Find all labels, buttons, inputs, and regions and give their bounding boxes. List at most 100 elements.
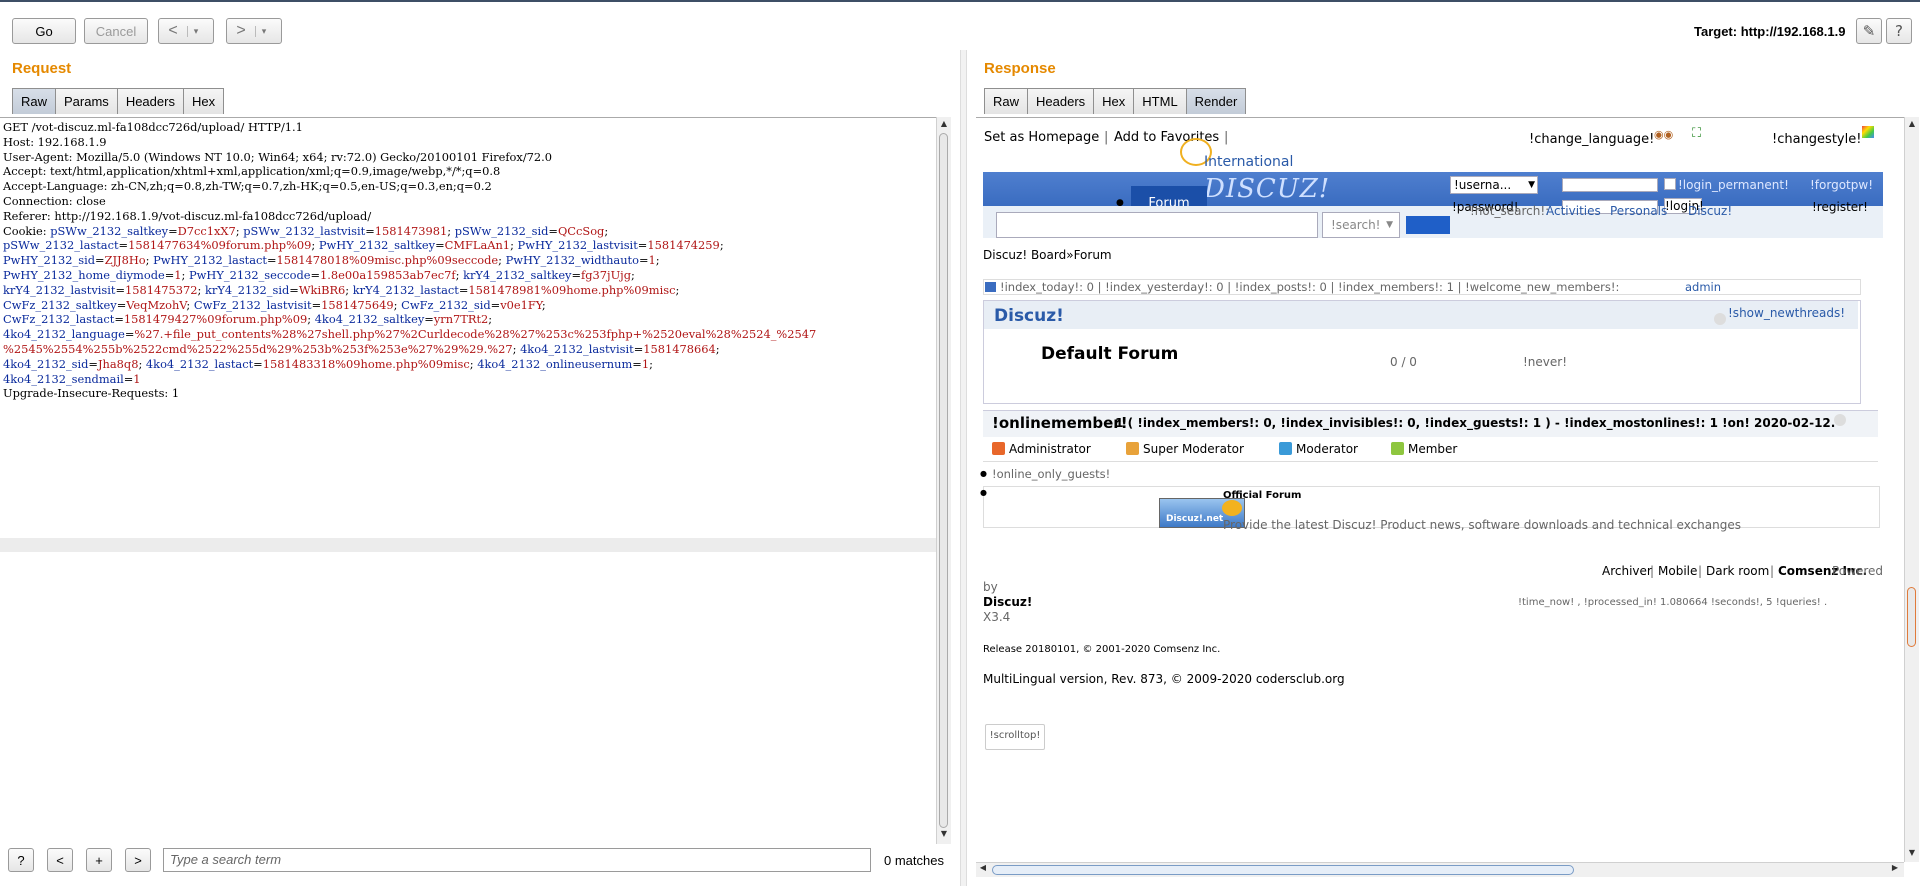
cookie-value: 1.8e00a159853ab7ec7f: [320, 267, 456, 282]
tab-render[interactable]: Render: [1185, 88, 1247, 114]
cookie-name: 4ko4_2132_saltkey: [314, 312, 425, 327]
tab-raw[interactable]: Raw: [12, 88, 57, 114]
official-forum-desc: Provide the latest Discuz! Product news,…: [1223, 518, 1741, 532]
online-toggle-icon[interactable]: [1834, 414, 1846, 426]
footer-archiver-link[interactable]: Archiver: [1602, 564, 1652, 578]
color-palette-icon[interactable]: [1862, 126, 1874, 138]
cookie-punct: =: [95, 253, 105, 268]
request-title: Request: [12, 60, 72, 77]
cookie-punct: ;: [541, 297, 546, 312]
tab-html[interactable]: HTML: [1133, 88, 1187, 114]
scroll-up-icon[interactable]: ▲: [1905, 119, 1919, 133]
scroll-up-icon[interactable]: ▲: [937, 119, 951, 133]
change-language-link[interactable]: !change_language!: [1529, 132, 1654, 147]
cookie-punct: =: [118, 238, 129, 253]
cookie-punct: =: [365, 223, 375, 238]
username-select[interactable]: !userna... ▼: [1450, 176, 1538, 194]
cookie-value: CMFLaAn1: [444, 238, 511, 253]
cookie-punct: =: [310, 267, 321, 282]
discuz-brand-link[interactable]: Discuz!: [983, 595, 1032, 609]
cookie-punct: ;: [488, 312, 493, 327]
scroll-down-icon[interactable]: ▼: [1905, 848, 1919, 862]
cookie-value: %27.+file_put_contents%28%27shell.php%27…: [134, 327, 817, 342]
response-scrollbar[interactable]: ▲ ▼: [1904, 117, 1919, 862]
scroll-right-icon[interactable]: ▶: [1888, 863, 1902, 877]
back-button[interactable]: < ▾: [158, 18, 214, 44]
cookie-punct: =: [116, 297, 127, 312]
request-editor[interactable]: GET /vot-discuz.ml-fa108dcc726d/upload/ …: [0, 117, 936, 845]
pane-splitter[interactable]: [960, 50, 967, 886]
cookie-punct: ;: [715, 341, 720, 356]
footer-mobile-link[interactable]: Mobile: [1658, 564, 1697, 578]
register-link[interactable]: !register!: [1812, 200, 1868, 214]
section-title[interactable]: Discuz!: [994, 306, 1064, 326]
nav-personals-link[interactable]: Personals: [1610, 204, 1667, 218]
tab-hex[interactable]: Hex: [182, 88, 225, 114]
cookie-name: CwFz_2132_sid: [401, 297, 491, 312]
search-type-select[interactable]: !search! ▼: [1322, 212, 1400, 238]
cookie-value: WkiBR6: [298, 282, 346, 297]
set-homepage-link[interactable]: Set as Homepage: [984, 130, 1099, 145]
scroll-down-icon[interactable]: ▼: [937, 829, 951, 843]
edit-target-button[interactable]: ✎: [1856, 18, 1882, 44]
eyes-icon[interactable]: ◉◉: [1654, 128, 1673, 141]
go-button[interactable]: Go: [12, 18, 76, 44]
official-forum-title[interactable]: Official Forum: [1223, 490, 1301, 501]
cookie-punct: =: [424, 312, 434, 327]
cookie-punct: =: [88, 356, 98, 371]
tab-headers[interactable]: Headers: [1027, 88, 1095, 114]
scroll-left-icon[interactable]: ◀: [976, 863, 990, 877]
change-style-link[interactable]: !changestyle!: [1772, 132, 1861, 147]
forward-button[interactable]: > ▾: [226, 18, 282, 44]
tab-headers[interactable]: Headers: [116, 88, 184, 114]
username-input[interactable]: [1562, 178, 1658, 192]
request-scroll-thumb[interactable]: [939, 133, 948, 828]
search-submit-button[interactable]: [1406, 216, 1450, 234]
search-input[interactable]: Type a search term: [163, 848, 871, 872]
chevron-down-icon: ▼: [1528, 180, 1535, 190]
show-newthreads-link[interactable]: !show_newthreads!: [1728, 306, 1845, 320]
response-scroll-thumb[interactable]: [1907, 587, 1916, 647]
super-moderator-icon: [1126, 442, 1139, 455]
cookie-punct: ;: [345, 282, 353, 297]
forum-name-link[interactable]: Default Forum: [1041, 344, 1178, 364]
cookie-name: CwFz_2132_saltkey: [3, 297, 117, 312]
tab-hex[interactable]: Hex: [1093, 88, 1135, 114]
response-hscroll-thumb[interactable]: [992, 865, 1574, 875]
cookie-value: 1581475649: [321, 297, 394, 312]
search-next-button[interactable]: >: [125, 848, 151, 872]
fullscreen-icon[interactable]: ⛶: [1692, 126, 1701, 141]
discuz-logo[interactable]: DISCUZ!: [1204, 174, 1330, 204]
time-info: !time_now! , !processed_in! 1.080664 !se…: [1518, 597, 1828, 608]
newest-member-link[interactable]: admin: [1685, 280, 1721, 294]
cookie-name: 4ko4_2132_lastact: [145, 356, 254, 371]
nav-discuz-link[interactable]: Discuz!: [1688, 204, 1732, 218]
search-add-button[interactable]: +: [86, 848, 112, 872]
login-permanent-checkbox[interactable]: [1664, 178, 1676, 190]
role-label: Moderator: [1296, 442, 1358, 456]
scrolltop-button[interactable]: !scrolltop!: [985, 724, 1045, 750]
cookie-name: 4ko4_2132_sendmail: [3, 371, 124, 386]
forward-dropdown-icon[interactable]: ▾: [255, 25, 272, 37]
search-help-button[interactable]: ?: [8, 848, 34, 872]
footer-darkroom-link[interactable]: Dark room: [1706, 564, 1769, 578]
cookie-punct: ;: [447, 223, 455, 238]
cookie-punct: Cookie:: [3, 223, 51, 238]
cookie-name: pSWw_2132_sid: [454, 223, 549, 238]
response-hscrollbar[interactable]: ◀ ▶: [976, 862, 1904, 877]
help-button[interactable]: ?: [1886, 18, 1912, 44]
search-prev-button[interactable]: <: [47, 848, 73, 872]
site-search-input[interactable]: [996, 212, 1318, 238]
request-scrollbar[interactable]: ▲ ▼: [936, 117, 951, 844]
collapse-icon[interactable]: [1714, 313, 1726, 325]
cookie-name: 4ko4_2132_lastvisit: [520, 341, 634, 356]
tab-raw[interactable]: Raw: [984, 88, 1029, 114]
breadcrumb[interactable]: Discuz! Board»Forum: [983, 248, 1112, 262]
back-dropdown-icon[interactable]: ▾: [187, 25, 204, 37]
cookie-punct: =: [490, 297, 501, 312]
cancel-button[interactable]: Cancel: [84, 18, 148, 44]
nav-activities-link[interactable]: Activities: [1546, 204, 1601, 218]
forgot-password-link[interactable]: !forgotpw!: [1810, 178, 1873, 192]
cookie-name: PwHY_2132_lastvisit: [517, 238, 638, 253]
tab-params[interactable]: Params: [55, 88, 118, 114]
